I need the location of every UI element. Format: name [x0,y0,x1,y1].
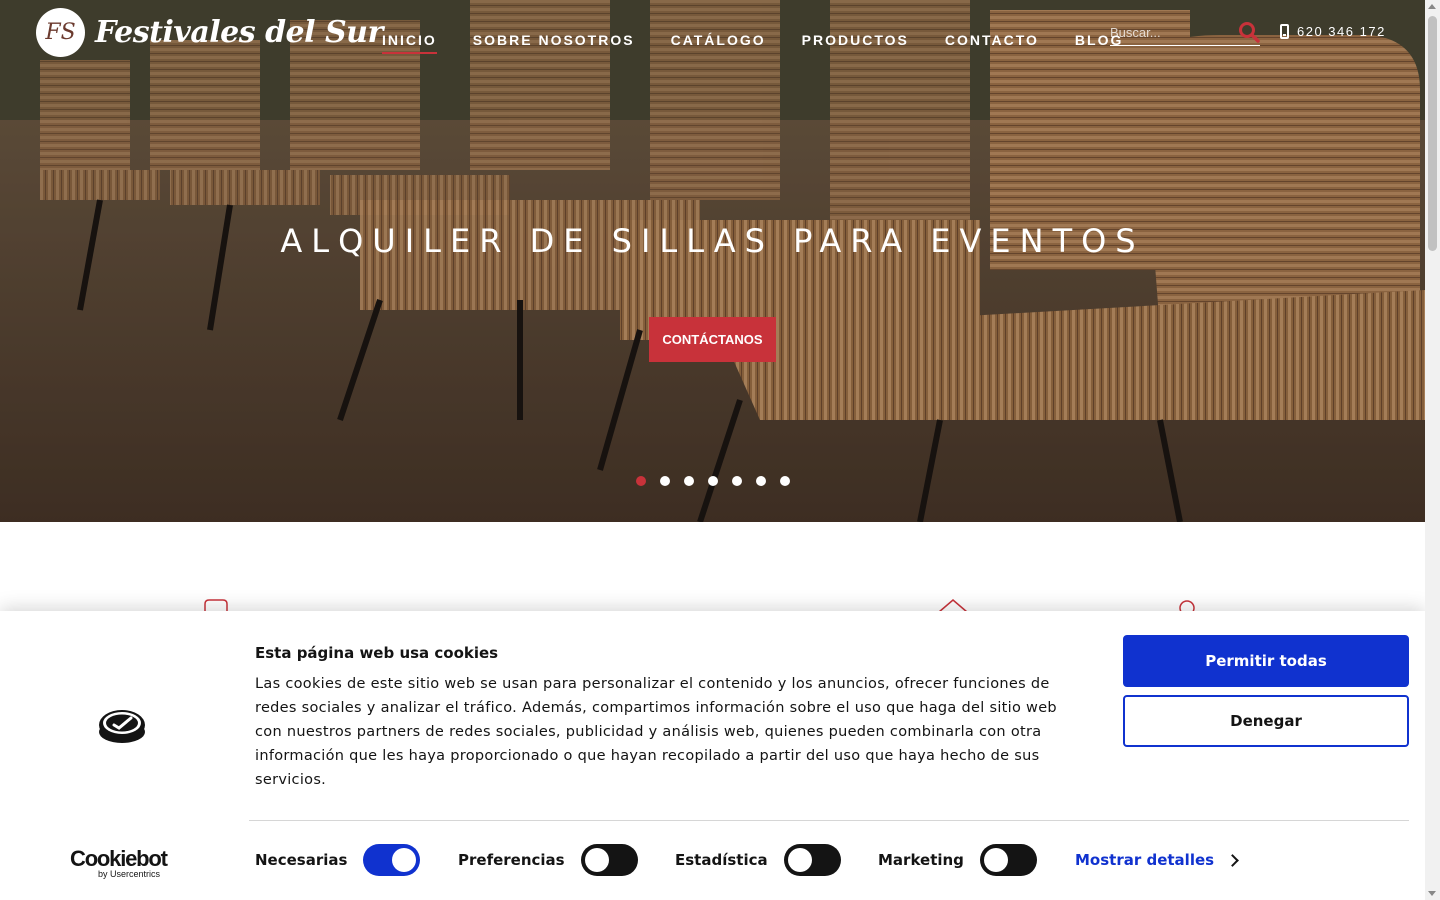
cookiebot-brand-sub: by Usercentrics [98,869,161,879]
main-nav: INICIO SOBRE NOSOTROS CATÁLOGO PRODUCTOS… [382,32,1123,54]
toggle-estadistica: Estadística [675,844,841,876]
scroll-up-arrow-icon[interactable] [1428,4,1436,9]
slider-dot-1[interactable] [636,476,646,486]
slider-dot-6[interactable] [756,476,766,486]
search-box [1110,20,1260,46]
search-icon[interactable] [1238,21,1260,43]
toggle-marketing-switch[interactable] [979,844,1037,876]
phone-contact[interactable]: 620 346 172 [1280,24,1386,39]
phone-number: 620 346 172 [1297,24,1386,39]
toggle-necesarias-switch[interactable] [363,844,421,876]
scroll-down-arrow-icon[interactable] [1428,891,1436,896]
toggle-marketing-label: Marketing [878,851,964,869]
show-details-link[interactable]: Mostrar detalles [1075,851,1239,869]
cookie-divider [249,820,1409,821]
toggle-marketing: Marketing [878,844,1037,876]
show-details-label: Mostrar detalles [1075,851,1215,869]
nav-item-inicio[interactable]: INICIO [382,32,437,54]
cookiebot-brand[interactable]: Cookiebot by Usercentrics [70,846,168,879]
page-scrollbar[interactable] [1425,0,1440,900]
slider-dot-7[interactable] [780,476,790,486]
hero-title: ALQUILER DE SILLAS PARA EVENTOS [280,222,1145,260]
toggle-preferencias-label: Preferencias [458,851,565,869]
toggle-necesarias: Necesarias [255,844,421,876]
toggle-necesarias-label: Necesarias [255,851,348,869]
toggle-preferencias: Preferencias [458,844,638,876]
cookie-banner-title: Esta página web usa cookies [255,644,499,662]
nav-item-sobre-nosotros[interactable]: SOBRE NOSOTROS [473,32,635,54]
deny-button[interactable]: Denegar [1123,695,1409,747]
slider-dot-4[interactable] [708,476,718,486]
cookiebot-icon [99,710,145,743]
site-logo[interactable]: FS Festivales del Sur [36,8,383,57]
slider-dots [636,476,790,486]
hero-overlay [0,0,1425,522]
toggle-estadistica-switch[interactable] [783,844,841,876]
slider-dot-2[interactable] [660,476,670,486]
nav-item-contacto[interactable]: CONTACTO [945,32,1039,54]
search-input[interactable] [1110,20,1230,44]
contact-cta-button[interactable]: CONTÁCTANOS [649,317,776,362]
hero-slider: FS Festivales del Sur INICIO SOBRE NOSOT… [0,0,1425,522]
nav-item-productos[interactable]: PRODUCTOS [802,32,909,54]
allow-all-button[interactable]: Permitir todas [1123,635,1409,687]
scroll-thumb[interactable] [1428,16,1437,251]
page: FS Festivales del Sur INICIO SOBRE NOSOT… [0,0,1440,900]
slider-dot-3[interactable] [684,476,694,486]
logo-badge: FS [36,8,85,57]
toggle-estadistica-label: Estadística [675,851,768,869]
nav-item-catalogo[interactable]: CATÁLOGO [671,32,766,54]
toggle-preferencias-switch[interactable] [580,844,638,876]
logo-text: Festivales del Sur [95,15,383,50]
phone-icon [1280,24,1289,39]
slider-dot-5[interactable] [732,476,742,486]
chevron-right-icon [1226,853,1239,867]
cookie-banner-text: Las cookies de este sitio web se usan pa… [255,676,1057,788]
